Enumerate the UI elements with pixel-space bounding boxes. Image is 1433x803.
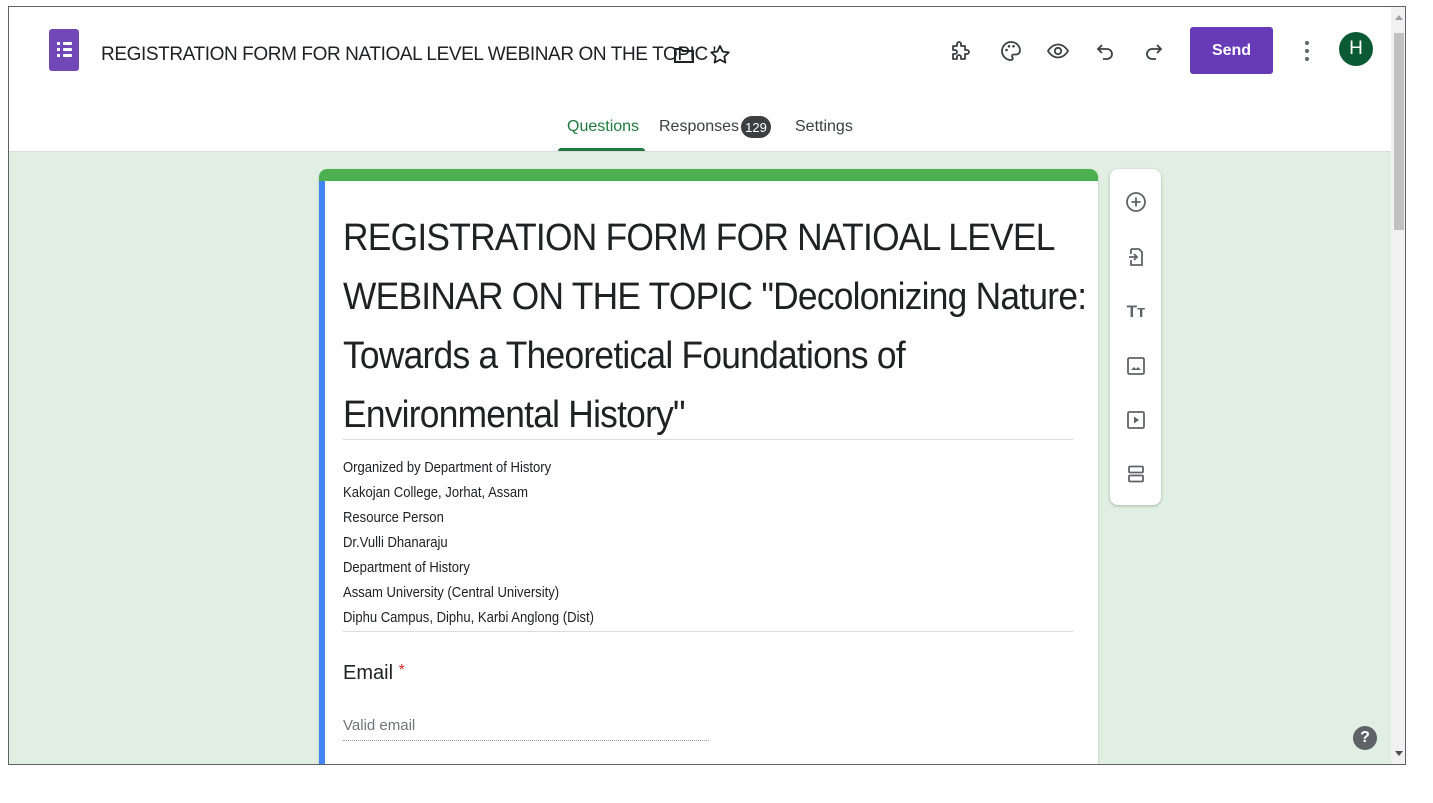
send-button[interactable]: Send (1190, 27, 1273, 74)
document-title[interactable]: REGISTRATION FORM FOR NATIOAL LEVEL WEBI… (101, 44, 716, 66)
form-editor-canvas: REGISTRATION FORM FOR NATIOAL LEVEL WEBI… (9, 152, 1391, 764)
form-title[interactable]: REGISTRATION FORM FOR NATIOAL LEVEL WEBI… (343, 209, 1087, 445)
add-question-icon[interactable] (1121, 187, 1151, 217)
email-question-label: Email * (343, 662, 405, 684)
folder-icon[interactable] (672, 43, 696, 67)
app-header: REGISTRATION FORM FOR NATIOAL LEVEL WEBI… (9, 7, 1391, 152)
title-divider (343, 439, 1073, 440)
active-card-indicator (319, 181, 325, 764)
add-section-icon[interactable] (1121, 459, 1151, 489)
addon-puzzle-icon[interactable] (946, 37, 974, 65)
scroll-up-arrow-icon[interactable] (1395, 15, 1403, 20)
tab-questions[interactable]: Questions (567, 118, 639, 136)
email-field[interactable] (343, 711, 709, 741)
preview-eye-icon[interactable] (1044, 37, 1072, 65)
add-title-icon[interactable]: Tт (1121, 297, 1151, 327)
add-video-icon[interactable] (1121, 405, 1151, 435)
active-tab-indicator (558, 148, 645, 151)
star-icon[interactable] (708, 43, 732, 67)
import-questions-icon[interactable] (1121, 242, 1151, 272)
scrollbar-thumb[interactable] (1394, 33, 1404, 230)
scroll-down-arrow-icon[interactable] (1395, 751, 1403, 756)
form-header-card[interactable]: REGISTRATION FORM FOR NATIOAL LEVEL WEBI… (319, 169, 1098, 764)
tab-settings[interactable]: Settings (795, 118, 853, 136)
question-toolbar: Tт (1110, 169, 1161, 505)
form-tabs: Questions Responses 129 Settings (9, 107, 1391, 152)
undo-icon[interactable] (1092, 37, 1120, 65)
required-marker: * (398, 662, 405, 679)
avatar[interactable]: H (1339, 32, 1373, 66)
vertical-scrollbar[interactable] (1391, 7, 1405, 764)
add-image-icon[interactable] (1121, 351, 1151, 381)
palette-icon[interactable] (997, 37, 1025, 65)
browser-frame: REGISTRATION FORM FOR NATIOAL LEVEL WEBI… (8, 6, 1406, 765)
tab-responses[interactable]: Responses (659, 118, 739, 136)
forms-logo-icon[interactable] (49, 29, 79, 71)
help-icon[interactable]: ? (1353, 726, 1377, 750)
responses-count-badge: 129 (741, 116, 771, 138)
form-description[interactable]: Organized by Department of History Kakoj… (343, 456, 594, 631)
redo-icon[interactable] (1139, 37, 1167, 65)
description-divider (343, 631, 1073, 632)
more-options-icon[interactable] (1297, 37, 1317, 65)
theme-color-bar (319, 169, 1098, 181)
